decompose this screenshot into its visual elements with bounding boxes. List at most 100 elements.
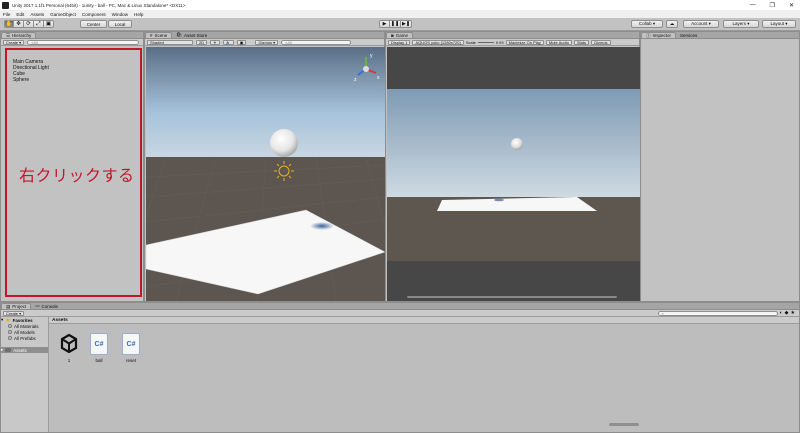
- menu-window[interactable]: Window: [112, 12, 128, 17]
- scale-slider[interactable]: [477, 41, 494, 43]
- game-tabstrip: ◙ Game: [386, 32, 639, 39]
- hierarchy-search-input[interactable]: ⌕ All: [27, 39, 140, 45]
- annotation-text: 右クリックする: [19, 166, 135, 185]
- menu-file[interactable]: File: [3, 12, 10, 17]
- shading-mode-dropdown[interactable]: Shaded: [147, 39, 193, 45]
- create-button[interactable]: Create ▾: [3, 39, 25, 45]
- game-viewport[interactable]: [387, 47, 640, 301]
- menu-edit[interactable]: Edit: [16, 12, 24, 17]
- tree-all-prefabs[interactable]: All Prefabs: [1, 335, 48, 341]
- hand-tool-icon[interactable]: ✋: [4, 20, 14, 28]
- game-gizmos-toggle[interactable]: Gizmos: [591, 39, 611, 45]
- game-scrollbar[interactable]: [407, 296, 617, 298]
- 2d-toggle[interactable]: 2D: [196, 39, 208, 45]
- display-dropdown[interactable]: Display 1: [388, 39, 411, 45]
- project-search-input[interactable]: ⌕: [657, 310, 778, 316]
- light-toggle-icon[interactable]: ☀: [210, 39, 220, 45]
- game-panel: ◙ Game Display 1 AQUOS yoko (1280x720) S…: [385, 31, 640, 302]
- tab-services[interactable]: Services: [676, 32, 701, 38]
- resolution-dropdown[interactable]: AQUOS yoko (1280x720): [412, 39, 464, 45]
- expand-arrow-icon: ▸: [1, 347, 4, 352]
- effects-toggle-icon[interactable]: ▣: [236, 39, 247, 45]
- gamepad-icon: ◙: [391, 33, 394, 38]
- layers-dropdown[interactable]: Layers ▾: [723, 20, 759, 28]
- mute-audio-toggle[interactable]: Mute Audio: [545, 39, 572, 45]
- tab-console[interactable]: ▭ Console: [31, 303, 62, 309]
- hierarchy-toolbar: Create ▾ ⌕ All: [1, 39, 143, 46]
- tab-asset-store[interactable]: 🛍 Asset Store: [172, 32, 211, 38]
- game-toolbar: Display 1 AQUOS yoko (1280x720) Scale 0.…: [386, 39, 639, 46]
- project-toolbar: Create ▾ ⌕ ◐ ◆ ★: [1, 310, 799, 317]
- hierarchy-tabstrip: ☰ Hierarchy: [1, 32, 143, 39]
- project-panel: ▤ Project ▭ Console Create ▾ ⌕ ◐ ◆ ★ ▾ ★…: [0, 302, 800, 433]
- search-filter-icon: [8, 336, 12, 340]
- pause-icon[interactable]: ❚❚: [390, 20, 401, 28]
- scene-search-input[interactable]: ⌕ All: [281, 39, 352, 45]
- unity-app-icon: [2, 1, 9, 9]
- scale-label: Scale: [465, 39, 476, 45]
- search-icon: ⌕: [661, 310, 664, 316]
- audio-toggle-icon[interactable]: 🔈: [222, 39, 234, 45]
- tab-game[interactable]: ◙ Game: [386, 32, 413, 38]
- asset-script-ball[interactable]: C# ball: [85, 333, 113, 363]
- move-tool-icon[interactable]: ✥: [14, 20, 24, 28]
- csharp-file-icon: C#: [90, 333, 108, 355]
- pivot-local-button[interactable]: Local: [108, 20, 132, 28]
- layout-dropdown[interactable]: Layout ▾: [762, 20, 796, 28]
- unity-logo-icon: [60, 333, 78, 355]
- menu-bar: File Edit Assets GameObject Component Wi…: [0, 10, 800, 18]
- title-bar: Unity 2017.1.1f1 Personal (64bit) - 1uni…: [0, 0, 800, 10]
- inspector-tabstrip: ⓘ Inspector Services: [641, 32, 799, 39]
- minimize-button[interactable]: —: [750, 2, 756, 8]
- scene-toolbar: Shaded 2D ☀ 🔈 ▣ Gizmos ▾ ⌕ All: [145, 39, 384, 46]
- scale-tool-icon[interactable]: ⤢: [34, 20, 44, 28]
- rotate-tool-icon[interactable]: ⟳: [24, 20, 34, 28]
- play-icon[interactable]: ▶: [379, 20, 390, 28]
- scene-viewport[interactable]: y x z: [146, 47, 385, 301]
- maximize-on-play-toggle[interactable]: Maximize On Play: [505, 39, 544, 45]
- project-assets-view: Assets 1 C# ball C# reset: [49, 317, 799, 432]
- close-button[interactable]: ✕: [789, 2, 794, 9]
- star-icon: ★: [5, 317, 11, 324]
- tab-scene[interactable]: # Scene: [145, 32, 173, 38]
- icon-size-slider[interactable]: [609, 423, 639, 426]
- tab-inspector[interactable]: ⓘ Inspector: [641, 32, 677, 38]
- search-filter-icon: [8, 330, 12, 334]
- asset-script-reset[interactable]: C# reset: [117, 333, 145, 363]
- scene-render: y x z: [146, 47, 385, 301]
- menu-component[interactable]: Component: [82, 12, 106, 17]
- rect-tool-icon[interactable]: ▣: [44, 20, 54, 28]
- favorite-star-icon[interactable]: ★: [791, 310, 795, 316]
- filter-type-icon[interactable]: ◐: [780, 310, 783, 316]
- filter-label-icon[interactable]: ◆: [785, 310, 789, 316]
- step-icon[interactable]: ▶❚: [401, 20, 412, 28]
- cloud-icon[interactable]: ☁: [666, 20, 678, 28]
- csharp-file-icon: C#: [122, 333, 140, 355]
- console-icon: ▭: [35, 303, 40, 308]
- play-controls: ▶ ❚❚ ▶❚: [379, 20, 412, 28]
- menu-gameobject[interactable]: GameObject: [50, 12, 76, 17]
- folder-icon: [5, 348, 12, 352]
- asset-scene-1[interactable]: 1: [55, 333, 83, 363]
- tab-hierarchy[interactable]: ☰ Hierarchy: [1, 32, 37, 38]
- account-button[interactable]: Account ▾: [683, 20, 719, 28]
- scene-panel: # Scene 🛍 Asset Store Shaded 2D ☀ 🔈 ▣ Gi…: [144, 31, 385, 302]
- project-create-button[interactable]: Create ▾: [3, 310, 25, 316]
- store-icon: 🛍: [176, 32, 182, 37]
- scale-value: 0.93: [495, 39, 504, 45]
- inspector-panel: ⓘ Inspector Services: [640, 31, 800, 302]
- assets-breadcrumb: Assets: [49, 317, 799, 324]
- tree-assets[interactable]: ▸ Assets: [1, 347, 48, 353]
- collab-button[interactable]: Collab ▾: [631, 20, 663, 28]
- menu-help[interactable]: Help: [134, 12, 143, 17]
- menu-assets[interactable]: Assets: [30, 12, 44, 17]
- info-icon: ⓘ: [646, 32, 651, 38]
- list-icon: ☰: [6, 32, 11, 38]
- tab-project[interactable]: ▤ Project: [1, 303, 32, 309]
- project-folder-tree: ▾ ★ Favorites All Materials All Models A…: [1, 317, 49, 432]
- maximize-button[interactable]: ❐: [770, 2, 775, 9]
- gizmos-dropdown[interactable]: Gizmos ▾: [255, 39, 279, 45]
- pivot-center-button[interactable]: Center: [80, 20, 107, 28]
- window-title: Unity 2017.1.1f1 Personal (64bit) - 1uni…: [12, 2, 186, 8]
- stats-toggle[interactable]: Stats: [573, 39, 589, 45]
